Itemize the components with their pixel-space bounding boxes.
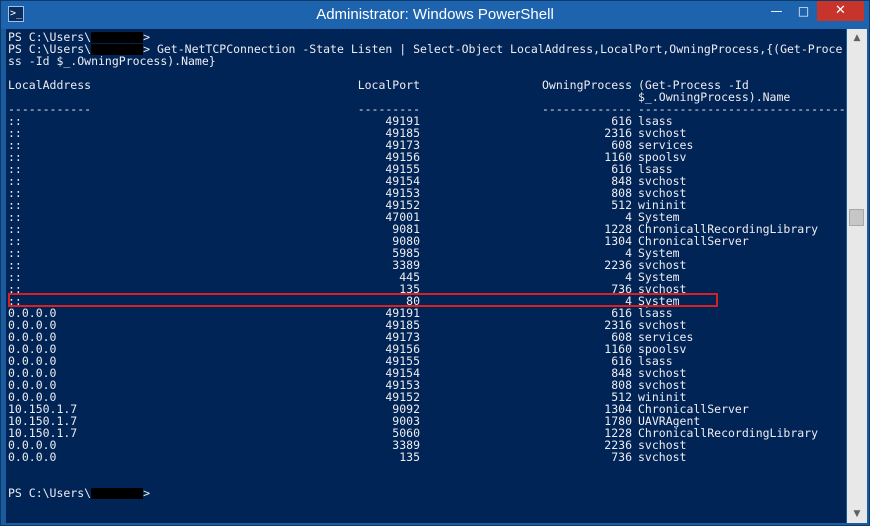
- cell-owning-process: 1304: [604, 234, 632, 248]
- scroll-up-icon[interactable]: ▲: [847, 29, 867, 47]
- maximize-button[interactable]: □: [790, 1, 817, 21]
- window-title: Administrator: Windows PowerShell: [316, 6, 554, 23]
- window-controls: — □ ✕: [763, 1, 864, 21]
- highlight-box: [8, 293, 718, 307]
- header-row: LocalAddress LocalPort OwningProcess (Ge…: [8, 79, 749, 91]
- cell-owning-process: 736: [611, 450, 632, 464]
- command-text: Get-NetTCPConnection -State Listen | Sel…: [150, 42, 843, 56]
- redacted-username: [91, 32, 144, 43]
- prompt-line: PS C:\Users\ >: [8, 487, 150, 499]
- header-local-port: LocalPort: [357, 78, 420, 92]
- title-bar[interactable]: >_ Administrator: Windows PowerShell — □…: [1, 1, 869, 29]
- prompt-suffix: >: [143, 486, 151, 500]
- cell-local-address: 0.0.0.0: [8, 450, 57, 464]
- console-output[interactable]: PS C:\Users\ > PS C:\Users\ > Get-NetTCPCo…: [6, 29, 846, 523]
- header-local-address: LocalAddress: [8, 78, 92, 92]
- command-line-wrap: ss -Id $_.OwningProcess).Name}: [8, 54, 216, 68]
- vertical-scrollbar[interactable]: ▲ ▼: [847, 29, 867, 523]
- powershell-window: >_ Administrator: Windows PowerShell — □…: [0, 0, 870, 526]
- cell-owning-process: 512: [611, 198, 632, 212]
- header-owning-process: OwningProcess: [541, 78, 632, 92]
- cell-local-port: 135: [399, 450, 420, 464]
- scrollbar-thumb[interactable]: [849, 209, 864, 226]
- minimize-button[interactable]: —: [763, 1, 790, 21]
- scroll-down-icon[interactable]: ▼: [847, 505, 867, 523]
- prompt-prefix: PS C:\Users\: [8, 486, 92, 500]
- redacted-username: [91, 488, 144, 499]
- close-button[interactable]: ✕: [817, 1, 864, 21]
- cell-owning-process: 2236: [604, 258, 632, 272]
- cell-process-name: svchost: [638, 450, 687, 464]
